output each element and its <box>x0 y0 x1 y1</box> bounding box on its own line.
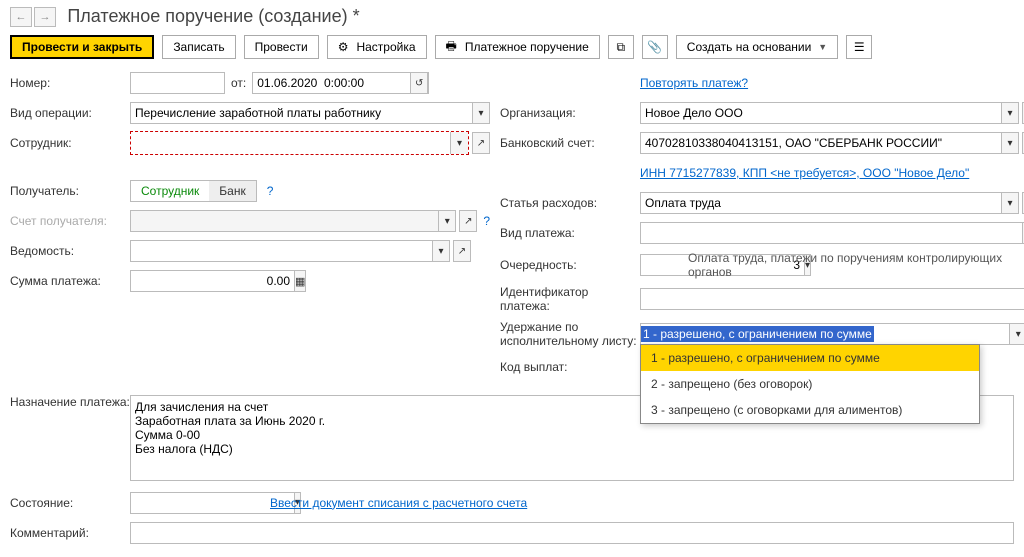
dropdown-option-1[interactable]: 1 - разрешено, с ограничением по сумме <box>641 345 979 371</box>
clip-button[interactable]: 📎 <box>642 35 668 59</box>
post-close-button[interactable]: Провести и закрыть <box>10 35 154 59</box>
help-icon[interactable]: ? <box>483 214 490 228</box>
nav-forward[interactable]: → <box>34 7 56 27</box>
comment-label: Комментарий: <box>10 526 130 540</box>
dropdown-option-2[interactable]: 2 - запрещено (без оговорок) <box>641 371 979 397</box>
save-button[interactable]: Записать <box>162 35 235 59</box>
post-button[interactable]: Провести <box>244 35 319 59</box>
print-button[interactable]: Платежное поручение <box>435 35 600 59</box>
help-icon[interactable]: ? <box>267 184 274 198</box>
priority-text: Оплата труда, платежи по поручениям конт… <box>688 251 1024 279</box>
org-label: Организация: <box>500 106 640 120</box>
recipient-label: Получатель: <box>10 184 130 198</box>
withhold-value: 1 - разрешено, с ограничением по сумме <box>641 326 874 342</box>
amount-label: Сумма платежа: <box>10 274 130 288</box>
attachments-button[interactable]: ⧉ <box>608 35 634 59</box>
chevron-down-icon[interactable]: ▾ <box>1001 132 1019 154</box>
expense-input[interactable] <box>640 192 1001 214</box>
date-ext-button[interactable]: ↺ <box>410 72 428 94</box>
withhold-dropdown: 1 - разрешено, с ограничением по сумме 2… <box>640 344 980 424</box>
purpose-label: Назначение платежа: <box>10 395 130 411</box>
create-based-button[interactable]: Создать на основании▼ <box>676 35 838 59</box>
chevron-down-icon[interactable]: ▾ <box>472 102 490 124</box>
settings-button[interactable]: Настройка <box>327 35 427 59</box>
vedomost-open-button[interactable]: ↗ <box>453 240 471 262</box>
withhold-select[interactable]: 1 - разрешено, с ограничением по сумме <box>640 323 1009 345</box>
chevron-down-icon: ▼ <box>818 42 827 52</box>
chevron-down-icon[interactable]: ▾ <box>450 132 468 154</box>
gear-icon <box>338 40 353 54</box>
employee-label: Сотрудник: <box>10 136 130 150</box>
expense-label: Статья расходов: <box>500 196 640 210</box>
bank-acct-label: Банковский счет: <box>500 136 640 150</box>
chevron-down-icon[interactable]: ▾ <box>1009 323 1024 345</box>
from-label: от: <box>231 76 246 90</box>
chevron-down-icon: ▾ <box>438 210 456 232</box>
enter-writeoff-doc-link[interactable]: Ввести документ списания с расчетного сч… <box>270 496 527 510</box>
employee-input[interactable] <box>131 132 450 154</box>
amount-input[interactable] <box>130 270 294 292</box>
org-input[interactable] <box>640 102 1001 124</box>
toggle-employee[interactable]: Сотрудник <box>131 181 209 201</box>
recipient-toggle: Сотрудник Банк <box>130 180 257 202</box>
pay-type-input[interactable] <box>640 222 1022 244</box>
pay-type-label: Вид платежа: <box>500 226 640 240</box>
pay-id-label: Идентификатор платежа: <box>500 285 640 314</box>
payout-code-label: Код выплат: <box>500 360 640 374</box>
state-label: Состояние: <box>10 496 130 510</box>
priority-label: Очередность: <box>500 258 640 272</box>
toolbar: Провести и закрыть Записать Провести Нас… <box>10 35 1014 59</box>
printer-icon <box>446 37 461 58</box>
chevron-down-icon[interactable]: ▾ <box>432 240 450 262</box>
acct-open-button[interactable]: ↗ <box>459 210 477 232</box>
number-input[interactable] <box>130 72 225 94</box>
more-button[interactable]: ☰ <box>846 35 872 59</box>
employee-open-button[interactable]: ↗ <box>472 132 490 154</box>
number-label: Номер: <box>10 76 130 90</box>
bank-acct-input[interactable] <box>640 132 1001 154</box>
toggle-bank[interactable]: Банк <box>209 181 255 201</box>
nav-back[interactable]: ← <box>10 7 32 27</box>
vedomost-input[interactable] <box>130 240 432 262</box>
date-input[interactable] <box>252 72 416 94</box>
chevron-down-icon[interactable]: ▾ <box>1001 192 1019 214</box>
withhold-label: Удержание по исполнительному листу: <box>500 320 640 349</box>
op-type-select[interactable] <box>130 102 472 124</box>
pay-id-input[interactable] <box>640 288 1024 310</box>
recipient-acct-label: Счет получателя: <box>10 214 130 228</box>
page-title: Платежное поручение (создание) * <box>67 6 359 27</box>
chevron-down-icon[interactable]: ▾ <box>1001 102 1019 124</box>
vedomost-label: Ведомость: <box>10 244 130 258</box>
repeat-payment-link[interactable]: Повторять платеж? <box>640 76 748 90</box>
comment-input[interactable] <box>130 522 1014 544</box>
op-type-label: Вид операции: <box>10 106 130 120</box>
calc-icon[interactable]: ▦ <box>294 270 306 292</box>
inn-kpp-link[interactable]: ИНН 7715277839, КПП <не требуется>, ООО … <box>640 166 969 180</box>
recipient-acct-input <box>130 210 438 232</box>
dropdown-option-3[interactable]: 3 - запрещено (с оговорками для алименто… <box>641 397 979 423</box>
